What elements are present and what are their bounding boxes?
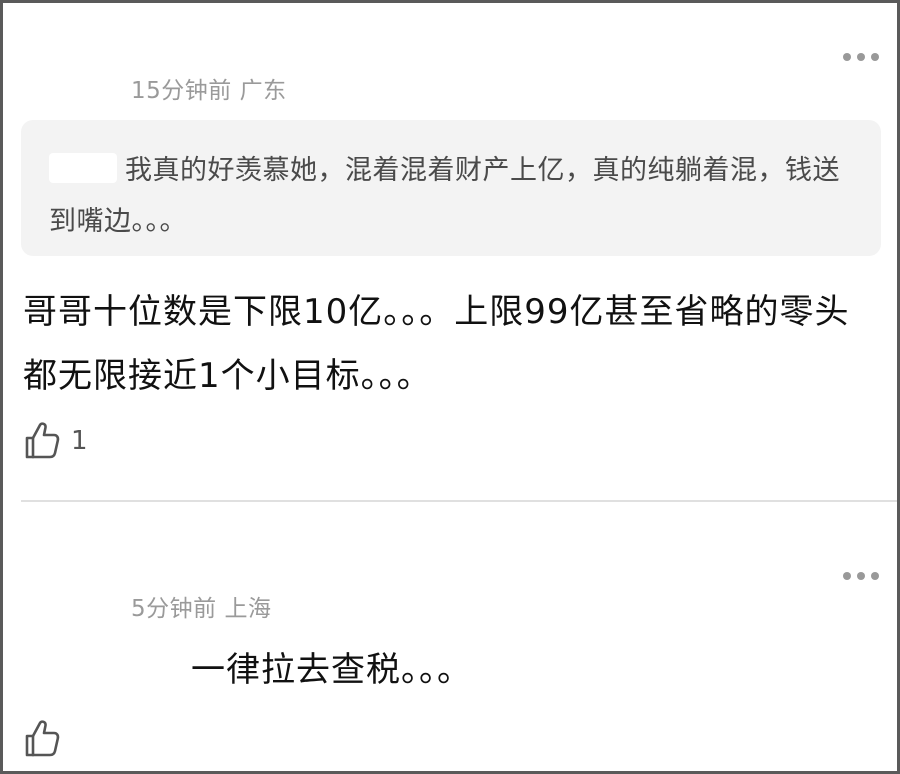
comment-feed: 15分钟前 广东 我真的好羡慕她，混着混着财产上亿，真的纯躺着混，钱送到嘴边。。…: [0, 0, 900, 774]
comment-divider: [21, 500, 897, 502]
comment-timestamp-location: 5分钟前 上海: [131, 596, 272, 622]
quoted-reply[interactable]: 我真的好羡慕她，混着混着财产上亿，真的纯躺着混，钱送到嘴边。。。: [21, 120, 881, 256]
comment-item: 5分钟前 上海 一律拉去查税。。。: [3, 503, 897, 774]
comment-timestamp-location: 15分钟前 广东: [131, 78, 287, 104]
thumbs-up-icon: [23, 719, 61, 759]
comment-text: 一律拉去查税。。。: [191, 650, 472, 690]
comment-text: 哥哥十位数是下限10亿。。。上限99亿甚至省略的零头都无限接近1个小目标。。。: [23, 292, 850, 396]
comment-item: 15分钟前 广东 我真的好羡慕她，混着混着财产上亿，真的纯躺着混，钱送到嘴边。。…: [3, 3, 897, 500]
more-options-icon[interactable]: [841, 569, 881, 583]
quoted-reply-text: 我真的好羡慕她，混着混着财产上亿，真的纯躺着混，钱送到嘴边。。。: [49, 155, 840, 237]
thumbs-up-icon: [23, 421, 61, 461]
more-options-icon[interactable]: [841, 50, 881, 64]
like-button[interactable]: [23, 719, 61, 759]
quoted-author-redacted: [49, 153, 117, 183]
like-button[interactable]: 1: [23, 421, 88, 461]
like-count: 1: [71, 426, 88, 456]
